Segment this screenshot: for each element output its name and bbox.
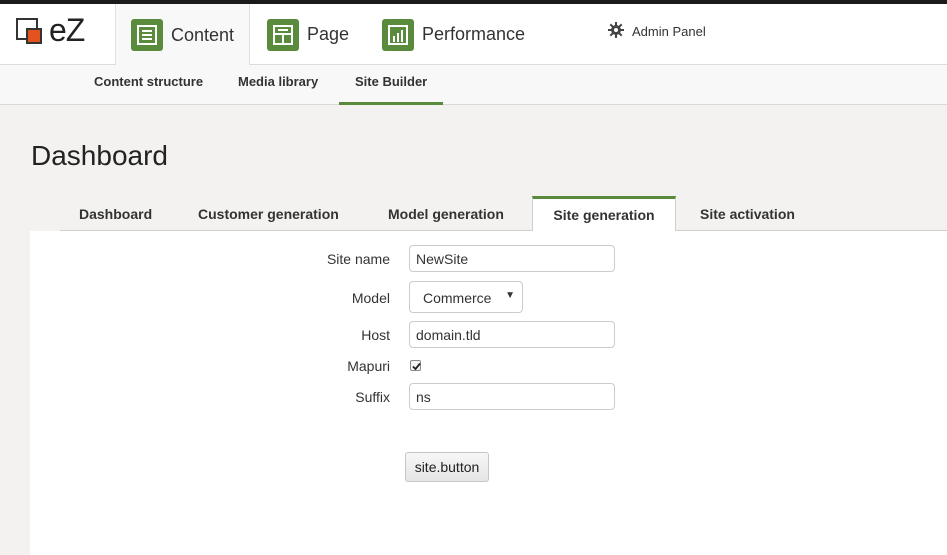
ez-logo[interactable]: eZ	[16, 12, 96, 52]
main-tab-content[interactable]: Content	[115, 4, 250, 66]
host-label: Host	[361, 327, 390, 343]
site-name-input[interactable]	[409, 245, 615, 272]
main-tab-label: Page	[307, 24, 350, 44]
logo-square-orange	[26, 28, 42, 44]
host-input[interactable]	[409, 321, 615, 348]
checkmark-icon	[412, 362, 421, 371]
main-tab-performance[interactable]: Performance	[382, 4, 525, 65]
site-name-label: Site name	[326, 251, 390, 267]
logo-text: eZ	[49, 12, 85, 48]
admin-panel-link[interactable]: Admin Panel	[608, 22, 706, 41]
main-tab-page[interactable]: Page	[267, 4, 349, 65]
main-tab-label: Performance	[422, 24, 526, 44]
gear-icon	[608, 22, 624, 41]
dropdown-arrow-icon: ▼	[505, 290, 515, 301]
model-select[interactable]: Commerce ▼	[409, 281, 523, 313]
subnav-item-content-structure[interactable]: Content structure	[78, 65, 219, 105]
content-list-icon	[131, 19, 163, 51]
bar-chart-icon	[382, 18, 414, 51]
sub-navigation: Content structure Media library Site Bui…	[0, 65, 947, 105]
admin-panel-label: Admin Panel	[632, 24, 706, 39]
main-tab-label: Content	[171, 24, 235, 45]
tab-site-generation[interactable]: Site generation	[532, 196, 676, 232]
mapuri-checkbox[interactable]	[410, 360, 421, 371]
tab-model-generation[interactable]: Model generation	[368, 196, 524, 231]
model-label: Model	[351, 290, 390, 306]
page-title: Dashboard	[31, 140, 168, 171]
suffix-input[interactable]	[409, 383, 615, 410]
subnav-item-media-library[interactable]: Media library	[222, 65, 334, 105]
tab-dashboard[interactable]: Dashboard	[59, 196, 172, 231]
page-layout-icon	[267, 18, 299, 51]
model-select-value: Commerce	[423, 290, 492, 306]
mapuri-label: Mapuri	[347, 358, 390, 374]
suffix-label: Suffix	[355, 389, 390, 405]
site-submit-button[interactable]: site.button	[405, 452, 489, 482]
tab-site-activation[interactable]: Site activation	[680, 196, 815, 231]
subnav-item-site-builder[interactable]: Site Builder	[339, 65, 444, 105]
main-navbar: eZ Content Page Performance Admin Panel	[0, 4, 947, 66]
tab-customer-generation[interactable]: Customer generation	[178, 196, 359, 231]
